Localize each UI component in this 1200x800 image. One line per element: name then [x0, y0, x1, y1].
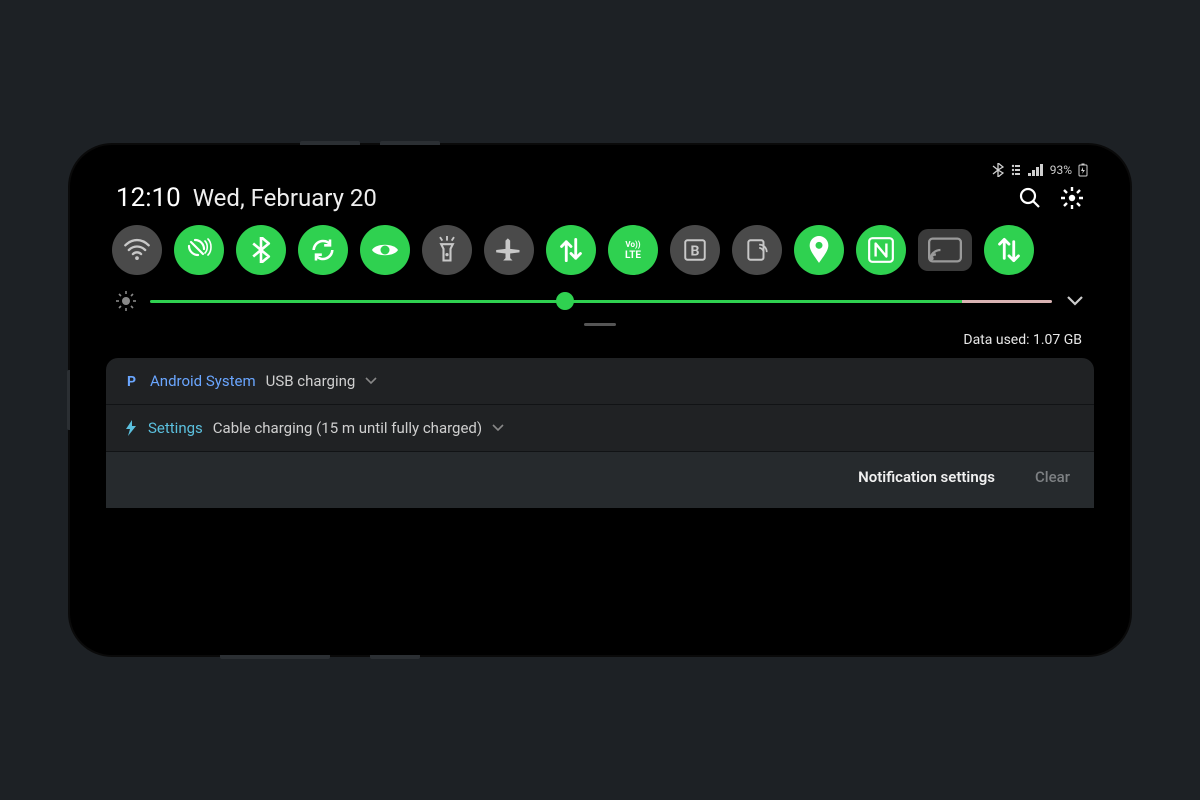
vibrate-icon	[185, 236, 213, 264]
notification-panel: P Android System USB charging Settings C…	[106, 358, 1094, 508]
tile-airplane[interactable]	[484, 225, 534, 275]
bluetooth-icon	[250, 237, 272, 263]
brightness-slider-row	[98, 285, 1102, 315]
tile-wifi[interactable]	[112, 225, 162, 275]
clear-button[interactable]: Clear	[1035, 468, 1070, 486]
tile-bold-text[interactable]: B	[670, 225, 720, 275]
tile-volte[interactable]: Vo))LTE	[608, 225, 658, 275]
phone-button	[370, 655, 420, 659]
hotspot-icon	[744, 237, 770, 263]
chevron-down-icon[interactable]	[492, 424, 504, 432]
quick-settings-header: 12:10 Wed, February 20	[98, 179, 1102, 221]
eye-icon	[370, 240, 400, 260]
brightness-thumb[interactable]	[556, 292, 574, 310]
nfc-icon	[867, 236, 895, 264]
tile-bluetooth[interactable]	[236, 225, 286, 275]
data-usage-label[interactable]: Data used: 1.07 GB	[98, 330, 1102, 358]
notification-row[interactable]: Settings Cable charging (15 m until full…	[106, 405, 1094, 452]
quick-settings-tiles: Vo))LTE B	[98, 221, 1102, 285]
datetime: 12:10 Wed, February 20	[116, 183, 377, 213]
mobile-data-icon	[559, 237, 583, 263]
svg-text:B: B	[691, 243, 700, 259]
dnd-status-icon	[1010, 163, 1022, 177]
tile-nfc[interactable]	[856, 225, 906, 275]
flashlight-icon	[436, 236, 458, 264]
brightness-slider[interactable]	[150, 300, 1052, 303]
panel-drag-handle[interactable]	[584, 323, 616, 326]
date-label: Wed, February 20	[193, 184, 377, 212]
brightness-expand-icon[interactable]	[1066, 295, 1084, 307]
bluetooth-status-icon	[992, 163, 1004, 177]
tile-sync[interactable]	[984, 225, 1034, 275]
notification-message: Cable charging (15 m until fully charged…	[213, 419, 482, 437]
time-label: 12:10	[116, 183, 181, 213]
svg-text:LTE: LTE	[625, 250, 641, 261]
android-p-icon: P	[124, 373, 140, 389]
notification-row[interactable]: P Android System USB charging	[106, 358, 1094, 405]
bold-text-icon: B	[682, 237, 708, 263]
battery-status-icon	[1078, 163, 1088, 177]
tile-mobile-hotspot[interactable]	[732, 225, 782, 275]
tile-auto-rotate[interactable]	[298, 225, 348, 275]
brightness-icon	[116, 291, 136, 311]
volte-icon: Vo))LTE	[616, 236, 650, 264]
notification-settings-button[interactable]: Notification settings	[858, 468, 995, 486]
tile-cast[interactable]	[918, 229, 972, 271]
chevron-down-icon[interactable]	[365, 377, 377, 385]
notification-app-name: Settings	[148, 419, 203, 437]
wifi-icon	[123, 236, 151, 264]
signal-status-icon	[1028, 164, 1044, 176]
location-icon	[808, 236, 830, 264]
airplane-icon	[495, 236, 523, 264]
auto-rotate-icon	[309, 236, 337, 264]
phone-button	[220, 655, 330, 659]
notification-actions: Notification settings Clear	[106, 452, 1094, 508]
tile-flashlight[interactable]	[422, 225, 472, 275]
bolt-icon	[124, 420, 138, 436]
settings-gear-icon[interactable]	[1060, 186, 1084, 210]
svg-text:Vo)): Vo))	[625, 240, 640, 249]
sync-icon	[997, 237, 1021, 263]
svg-text:P: P	[127, 374, 136, 389]
notification-app-name: Android System	[150, 372, 256, 390]
search-icon[interactable]	[1018, 186, 1042, 210]
battery-percent: 93%	[1050, 163, 1072, 177]
tile-location[interactable]	[794, 225, 844, 275]
tile-eye-comfort[interactable]	[360, 225, 410, 275]
phone-speaker	[67, 370, 70, 430]
screen: 93% 12:10 Wed, February 20	[98, 155, 1102, 645]
notification-message: USB charging	[266, 372, 356, 390]
cast-icon	[928, 237, 962, 263]
status-bar: 93%	[98, 155, 1102, 179]
tile-mobile-data[interactable]	[546, 225, 596, 275]
phone-button	[300, 141, 360, 145]
tile-vibrate[interactable]	[174, 225, 224, 275]
phone-frame: 93% 12:10 Wed, February 20	[70, 145, 1130, 655]
phone-button	[380, 141, 440, 145]
